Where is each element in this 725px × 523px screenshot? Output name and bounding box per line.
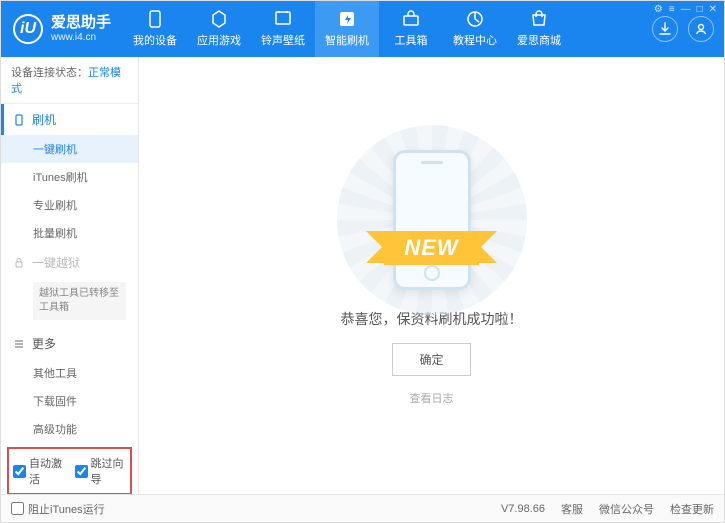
settings-icon[interactable]: ⚙ (654, 4, 663, 15)
group-label: 更多 (32, 335, 56, 352)
brand: iU 爱思助手 www.i4.cn (1, 1, 123, 57)
checkbox-label: 阻止iTunes运行 (28, 501, 105, 517)
skip-setup-checkbox[interactable]: 跳过向导 (75, 455, 127, 487)
nav-item-apps[interactable]: 应用游戏 (187, 1, 251, 57)
auto-activate-checkbox[interactable]: 自动激活 (13, 455, 65, 487)
nav-item-flash[interactable]: 智能刷机 (315, 1, 379, 57)
wallpaper-icon (273, 10, 293, 28)
wechat-link[interactable]: 微信公众号 (599, 501, 654, 517)
view-log-link[interactable]: 查看日志 (410, 390, 454, 406)
brand-name: 爱思助手 (51, 14, 111, 32)
checkbox-label: 自动激活 (29, 455, 65, 487)
group-label: 刷机 (32, 111, 56, 128)
lock-icon (13, 257, 25, 269)
user-icon[interactable] (688, 16, 714, 42)
sidebar-item[interactable]: 其他工具 (1, 359, 138, 387)
sidebar-group-jailbreak: 一键越狱 (1, 247, 138, 278)
nav-item-shop[interactable]: 爱思商城 (507, 1, 571, 57)
close-icon[interactable]: ✕ (709, 4, 717, 15)
nav-item-toolbox[interactable]: 工具箱 (379, 1, 443, 57)
nav-item-phone[interactable]: 我的设备 (123, 1, 187, 57)
sidebar-item[interactable]: 专业刷机 (1, 191, 138, 219)
jailbreak-note: 越狱工具已转移至工具箱 (33, 282, 126, 320)
sidebar-group-more[interactable]: 更多 (1, 328, 138, 359)
header: iU 爱思助手 www.i4.cn 我的设备 应用游戏 铃声壁纸 智能刷机 工具箱 教程中… (1, 1, 724, 57)
customer-service-link[interactable]: 客服 (561, 501, 583, 517)
ok-button[interactable]: 确定 (392, 343, 470, 376)
status-label: 设备连接状态： (11, 67, 88, 79)
sidebar-item[interactable]: 下载固件 (1, 387, 138, 415)
connection-status: 设备连接状态：正常模式 (1, 57, 138, 104)
top-nav: 我的设备 应用游戏 铃声壁纸 智能刷机 工具箱 教程中心 爱思商城 (123, 1, 642, 57)
sidebar-group-flash[interactable]: 刷机 (1, 104, 138, 135)
book-icon (465, 10, 485, 28)
list-icon (13, 338, 25, 350)
nav-item-book[interactable]: 教程中心 (443, 1, 507, 57)
brand-url: www.i4.cn (51, 32, 111, 44)
nav-label: 我的设备 (133, 32, 177, 48)
version-label: V7.98.66 (501, 503, 545, 515)
sidebar-item[interactable]: 一键刷机 (1, 135, 138, 163)
nav-label: 铃声壁纸 (261, 32, 305, 48)
window-controls[interactable]: ⚙ ≡ — □ ✕ (654, 4, 717, 15)
check-update-link[interactable]: 检查更新 (670, 501, 714, 517)
block-itunes-checkbox[interactable]: 阻止iTunes运行 (11, 501, 105, 517)
phone-icon (145, 10, 165, 28)
nav-label: 智能刷机 (325, 32, 369, 48)
minimize-icon[interactable]: — (681, 4, 691, 15)
brand-logo-icon: iU (13, 14, 43, 44)
sidebar: 设备连接状态：正常模式 刷机 一键刷机iTunes刷机专业刷机批量刷机 一键越狱… (1, 57, 139, 494)
toolbox-icon (401, 10, 421, 28)
footer: 阻止iTunes运行 V7.98.66 客服 微信公众号 检查更新 (1, 494, 724, 522)
shop-icon (529, 10, 549, 28)
nav-label: 应用游戏 (197, 32, 241, 48)
phone-icon (13, 114, 25, 126)
nav-item-wallpaper[interactable]: 铃声壁纸 (251, 1, 315, 57)
flash-icon (337, 10, 357, 28)
sidebar-item[interactable]: 批量刷机 (1, 219, 138, 247)
group-label: 一键越狱 (32, 254, 80, 271)
nav-label: 教程中心 (453, 32, 497, 48)
success-illustration: NEW (347, 145, 517, 295)
main-content: NEW 恭喜您，保资料刷机成功啦！ 确定 查看日志 (139, 57, 724, 494)
new-ribbon: NEW (384, 231, 478, 265)
apps-icon (209, 10, 229, 28)
sidebar-item[interactable]: 高级功能 (1, 415, 138, 443)
sidebar-options-box: 自动激活 跳过向导 (7, 447, 132, 494)
download-icon[interactable] (652, 16, 678, 42)
menu-icon[interactable]: ≡ (669, 4, 675, 15)
checkbox-label: 跳过向导 (91, 455, 127, 487)
sidebar-item[interactable]: iTunes刷机 (1, 163, 138, 191)
nav-label: 爱思商城 (517, 32, 561, 48)
nav-label: 工具箱 (395, 32, 428, 48)
maximize-icon[interactable]: □ (697, 4, 703, 15)
